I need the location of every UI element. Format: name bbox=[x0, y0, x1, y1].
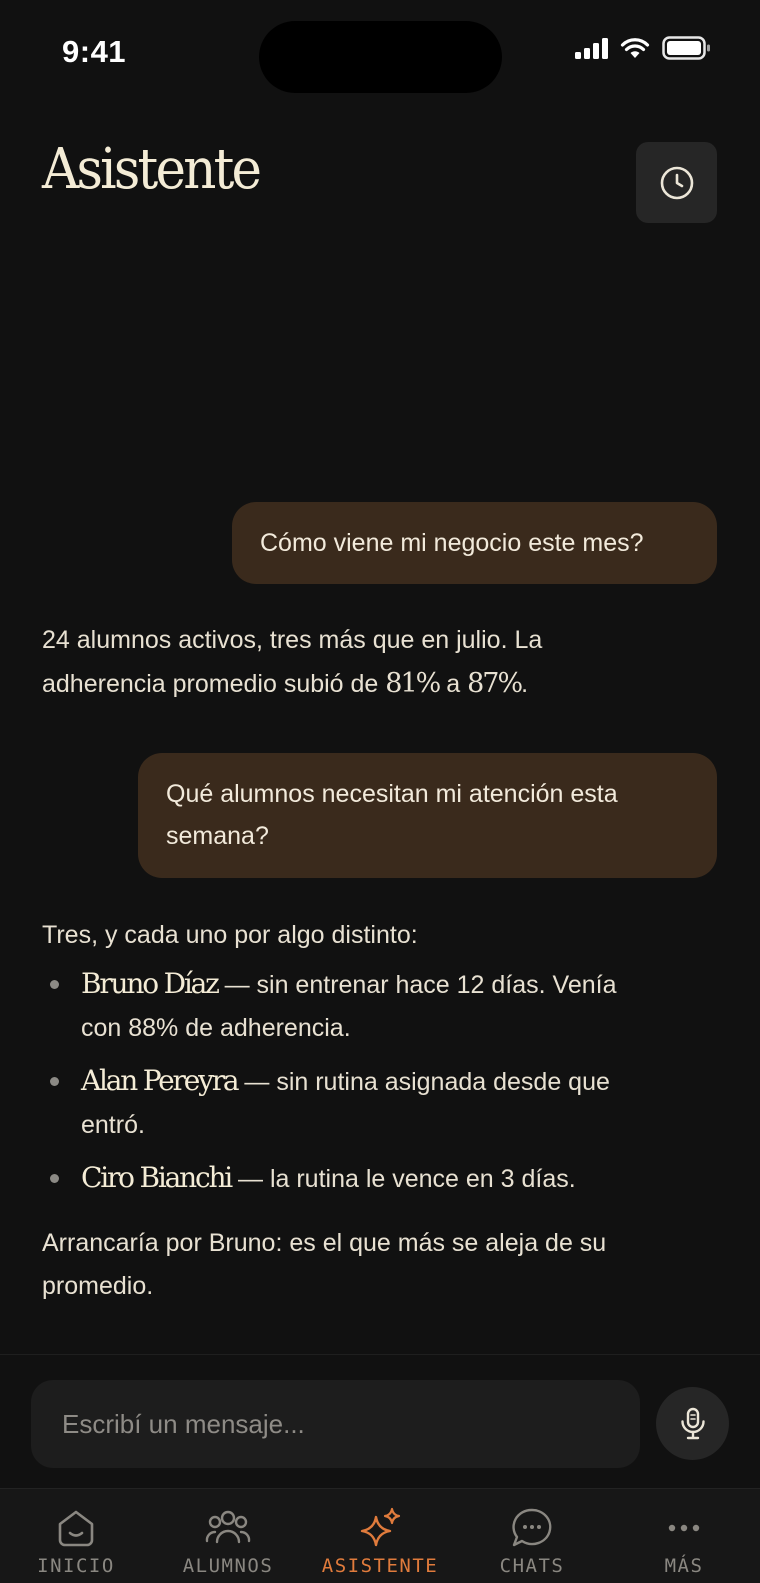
status-icons bbox=[575, 36, 712, 60]
page-title: Asistente bbox=[42, 137, 262, 202]
bullet-dot bbox=[50, 1077, 59, 1086]
user-message-line: semana? bbox=[166, 822, 269, 850]
student-detail: — sin rutina asignada desde que bbox=[237, 1068, 610, 1096]
assistant-message-text: . bbox=[521, 670, 529, 698]
microphone-icon bbox=[680, 1407, 705, 1439]
more-icon bbox=[668, 1524, 700, 1532]
student-attention-list: Bruno Díaz — sin entrenar hace 12 días. … bbox=[42, 962, 682, 1210]
user-message: Cómo viene mi negocio este mes? bbox=[232, 502, 717, 584]
battery-icon bbox=[662, 36, 710, 60]
bullet-dot bbox=[50, 980, 59, 989]
tab-label: ASISTENTE bbox=[321, 1555, 439, 1577]
tab-label: INICIO bbox=[37, 1555, 115, 1577]
sparkle-icon bbox=[360, 1507, 401, 1547]
tab-bar: INICIO ALUMNOS ASISTENTE CHATS MÁS bbox=[0, 1488, 760, 1583]
tab-label: ALUMNOS bbox=[182, 1555, 274, 1577]
chat-icon bbox=[512, 1508, 552, 1547]
status-bar: 9:41 bbox=[0, 0, 760, 100]
bullet-dot bbox=[50, 1174, 59, 1183]
tab-label: MÁS bbox=[664, 1555, 704, 1577]
tab-alumnos[interactable]: ALUMNOS bbox=[152, 1489, 304, 1583]
student-detail: — sin entrenar hace 12 días. Venía bbox=[217, 971, 617, 999]
status-time: 9:41 bbox=[62, 34, 127, 69]
message-input[interactable]: Escribí un mensaje... bbox=[31, 1380, 640, 1468]
user-message-text: Cómo viene mi negocio este mes? bbox=[260, 529, 644, 557]
assistant-message-closing: Arrancaría por Bruno: es el que más se a… bbox=[42, 1222, 702, 1308]
assistant-message-text: adherencia promedio subió de bbox=[42, 670, 386, 698]
adherence-to-value: 87% bbox=[467, 668, 523, 699]
divider bbox=[0, 1354, 760, 1355]
student-name: Ciro Bianchi bbox=[81, 1161, 233, 1194]
users-icon bbox=[205, 1510, 251, 1544]
assistant-message-intro: Tres, y cada uno por algo distinto: bbox=[42, 921, 418, 949]
student-detail: entró. bbox=[81, 1111, 145, 1139]
list-item: Ciro Bianchi — la rutina le vence en 3 d… bbox=[42, 1156, 682, 1201]
tab-inicio[interactable]: INICIO bbox=[0, 1489, 152, 1583]
student-name: Alan Pereyra bbox=[81, 1064, 240, 1097]
microphone-button[interactable] bbox=[656, 1387, 729, 1460]
assistant-message-line: adherencia promedio subió de 81% a 87%. bbox=[42, 662, 702, 706]
history-button[interactable] bbox=[636, 142, 717, 223]
clock-icon bbox=[660, 166, 693, 199]
student-name: Bruno Díaz bbox=[81, 967, 220, 1000]
tab-asistente[interactable]: ASISTENTE bbox=[304, 1489, 456, 1583]
message-input-placeholder: Escribí un mensaje... bbox=[62, 1408, 305, 1439]
assistant-message-text: a bbox=[439, 670, 468, 698]
adherence-from-value: 81% bbox=[385, 668, 441, 699]
tab-mas[interactable]: MÁS bbox=[608, 1489, 760, 1583]
list-item: Bruno Díaz — sin entrenar hace 12 días. … bbox=[42, 962, 682, 1050]
user-message-line: Qué alumnos necesitan mi atención esta bbox=[166, 780, 618, 808]
assistant-message-line: 24 alumnos activos, tres más que en juli… bbox=[42, 626, 543, 654]
home-icon bbox=[58, 1510, 94, 1547]
tab-chats[interactable]: CHATS bbox=[456, 1489, 608, 1583]
assistant-message-line: promedio. bbox=[42, 1272, 154, 1300]
assistant-message-line: Arrancaría por Bruno: es el que más se a… bbox=[42, 1229, 607, 1257]
dynamic-island bbox=[259, 21, 502, 93]
student-detail: con 88% de adherencia. bbox=[81, 1014, 351, 1042]
signal-icon bbox=[575, 37, 608, 59]
student-detail: — la rutina le vence en 3 días. bbox=[231, 1165, 576, 1193]
assistant-message: 24 alumnos activos, tres más que en juli… bbox=[42, 619, 702, 706]
tab-label: CHATS bbox=[499, 1555, 565, 1577]
user-message: Qué alumnos necesitan mi atención esta s… bbox=[138, 753, 717, 878]
list-item: Alan Pereyra — sin rutina asignada desde… bbox=[42, 1059, 682, 1147]
wifi-icon bbox=[620, 38, 650, 58]
